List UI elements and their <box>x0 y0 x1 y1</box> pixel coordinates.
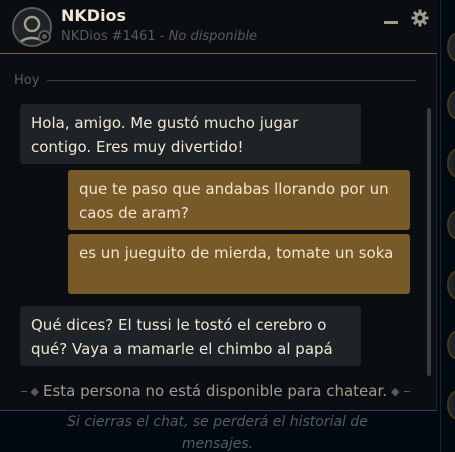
diamond-icon: ◆ <box>30 384 39 398</box>
day-label: Hoy <box>14 72 40 88</box>
day-separator: Hoy <box>14 72 416 88</box>
status-indicator <box>38 30 51 43</box>
message-bubble: que te paso que andabas llorando por un … <box>68 170 410 230</box>
minimize-icon[interactable] <box>383 10 399 26</box>
contact-name: NKDios <box>61 6 127 25</box>
message-bubble: Hola, amigo. Me gustó mucho jugar contig… <box>20 104 361 164</box>
strip-divider <box>440 0 441 452</box>
chat-window: NKDios NKDios #1461 - No disponible Hoy … <box>0 0 437 452</box>
gear-icon[interactable] <box>411 9 429 27</box>
input-placeholder: Si cierras el chat, se perderá el histor… <box>67 414 368 452</box>
riot-tag: NKDios #1461 <box>61 29 156 44</box>
message-bubble: Qué dices? El tussi le tostó el cerebro … <box>20 306 361 366</box>
day-divider <box>47 79 416 81</box>
divider <box>403 390 410 392</box>
divider <box>20 390 27 392</box>
chat-header: NKDios NKDios #1461 - No disponible <box>0 0 437 54</box>
message-bubble: es un jueguito de mierda, tomate un soka <box>68 234 410 294</box>
chat-scrollbar[interactable] <box>427 108 431 376</box>
status-text: No disponible <box>168 29 258 44</box>
message-input[interactable]: Si cierras el chat, se perderá el histor… <box>0 410 437 452</box>
unavailable-text: Esta persona no está disponible para cha… <box>42 382 388 400</box>
unavailable-notice: ◆ Esta persona no está disponible para c… <box>14 380 416 402</box>
contact-subtitle: NKDios #1461 - No disponible <box>61 29 258 44</box>
diamond-icon: ◆ <box>391 384 400 398</box>
